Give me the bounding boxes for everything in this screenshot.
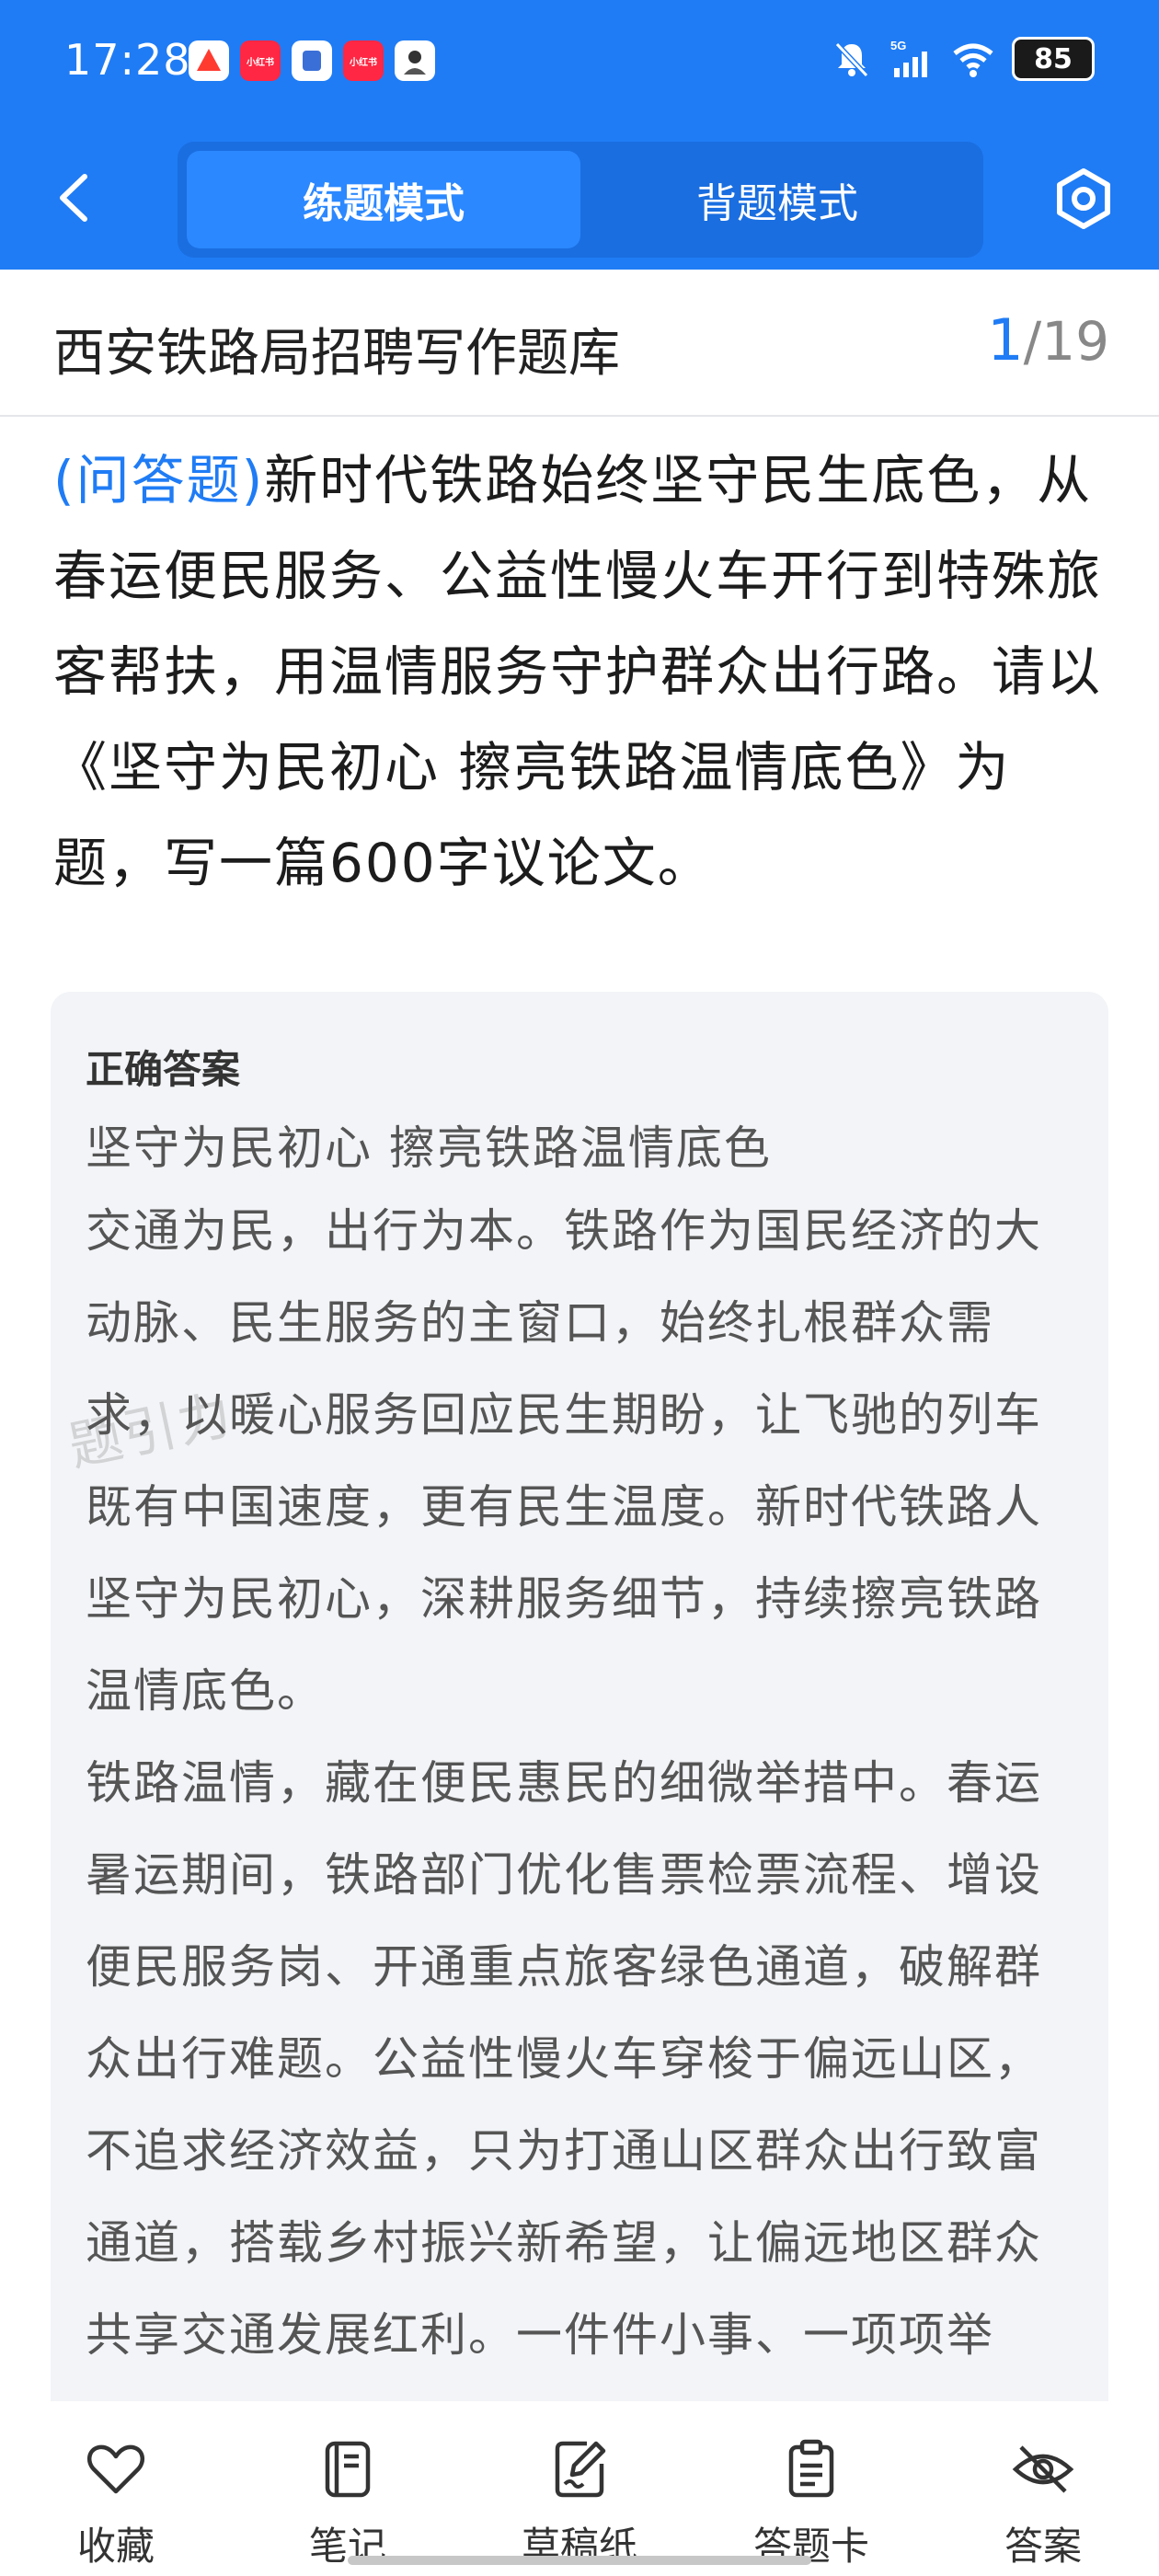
draft-paper-icon [555,2441,606,2498]
show-answer-label: 答案 [1004,2524,1082,2569]
total-question-count: 19 [1041,310,1109,373]
favorite-label: 收藏 [76,2524,155,2569]
answer-essay-title: 坚守为民初心 擦亮铁路温情底色 [86,1121,772,1175]
network-label: 5G [890,39,906,52]
answer-paragraph: 铁路温情，藏在便民惠民的细微举措中。春运暑运期间，铁路部门优化售票检票流程、增设… [86,1756,1042,2362]
question-pager[interactable]: 1/19 [987,306,1109,374]
current-question-number: 1 [987,306,1024,374]
answer-sheet-button[interactable]: 答题卡 [695,2401,927,2576]
favorite-button[interactable]: 收藏 [0,2401,232,2576]
signal-icon: 5G [890,39,927,77]
answer-panel[interactable]: 题引力 正确答案 坚守为民初心 擦亮铁路温情底色 交通为民，出行为本。铁路作为国… [51,992,1108,2427]
heart-icon [86,2444,145,2494]
notebook-icon [325,2441,371,2498]
show-answer-button[interactable]: 答案 [927,2401,1159,2576]
question-bank-header: 西安铁路局招聘写作题库 1/19 [0,270,1159,417]
answer-sheet-icon [788,2439,834,2498]
xiaohongshu-icon: 小红书 [343,40,384,81]
bottom-toolbar: 收藏 笔记 草稿纸 答题卡 答案 [0,2401,1159,2576]
avatar-icon [395,40,435,81]
app-header: 17:28 小红书 小红书 5G 85 练题模式 背题模式 [0,0,1159,270]
xiaohongshu-icon-text: 小红书 [350,57,377,68]
tab-practice-mode[interactable]: 练题模式 [187,151,580,248]
draft-paper-button[interactable]: 草稿纸 [464,2401,695,2576]
eye-hidden-icon [1012,2445,1074,2493]
mode-tabs: 练题模式 背题模式 [178,142,983,258]
answer-paragraph: 交通为民，出行为本。铁路作为国民经济的大动脉、民生服务的主窗口，始终扎根群众需求… [86,1204,1042,1718]
battery-indicator: 85 [1012,37,1095,81]
answer-content: 正确答案 坚守为民初心 擦亮铁路温情底色 交通为民，出行为本。铁路作为国民经济的… [86,1047,1079,2381]
xiaohongshu-icon: 小红书 [240,40,281,81]
xiaohongshu-icon-text: 小红书 [247,57,274,68]
notes-button[interactable]: 笔记 [232,2401,464,2576]
question-bank-title: 西安铁路局招聘写作题库 [53,324,620,384]
question-type-label: (问答题) [53,449,265,512]
status-bar: 17:28 小红书 小红书 5G 85 [0,0,1159,129]
tab-memorize-mode[interactable]: 背题模式 [580,151,974,248]
settings-hexagon-icon[interactable] [1050,166,1117,232]
status-time: 17:28 [64,35,191,85]
back-arrow-icon[interactable] [46,166,101,230]
status-right-icons: 5G 85 [830,37,1095,81]
app-icon [189,40,229,81]
answer-label: 正确答案 [86,1047,241,1092]
wifi-icon [953,43,993,77]
nav-bar: 练题模式 背题模式 [0,138,1159,258]
pager-separator: / [1023,310,1042,373]
notification-icons: 小红书 小红书 [189,40,435,81]
app-icon [292,40,332,81]
home-indicator[interactable] [348,2556,811,2565]
mute-bell-icon [834,41,869,78]
question-text: 新时代铁路始终坚守民生底色，从春运便民服务、公益性慢火车开行到特殊旅客帮扶，用温… [53,449,1103,894]
question-text-block: (问答题)新时代铁路始终坚守民生底色，从春运便民服务、公益性慢火车开行到特殊旅客… [53,432,1111,911]
